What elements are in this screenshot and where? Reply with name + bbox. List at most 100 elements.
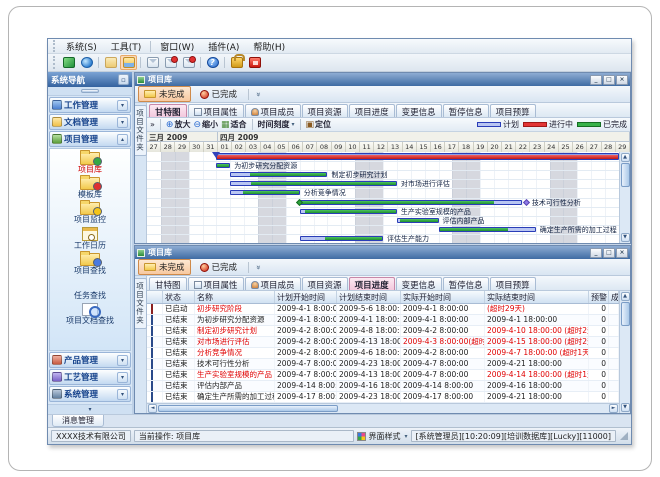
table-row[interactable]: 已启动初步研究阶段2009-4-1 8:00:002009-5-6 18:00:… bbox=[147, 304, 619, 315]
table-row[interactable]: 已结束为初步研究分配资源2009-4-1 8:00:002009-4-1 18:… bbox=[147, 315, 619, 326]
close-button[interactable]: × bbox=[616, 248, 628, 258]
menu-item-1[interactable]: 工具(T) bbox=[104, 40, 149, 53]
tab-变更信息[interactable]: 变更信息 bbox=[396, 104, 442, 117]
sidebar-group-3[interactable]: 产品管理▾ bbox=[49, 352, 131, 368]
mail-alert-button[interactable] bbox=[162, 55, 179, 70]
gantt-vertical-scrollbar[interactable]: ▲ ▼ bbox=[619, 152, 630, 243]
chevron-down-icon[interactable]: ▾ bbox=[117, 100, 128, 111]
column-header-实际结束时间[interactable]: 实际结束时间 bbox=[485, 291, 589, 303]
filter-已完成-button[interactable]: 已完成 bbox=[194, 259, 244, 275]
sidebar-item-任务查找[interactable]: 任务查找 bbox=[74, 278, 106, 300]
resize-grip[interactable] bbox=[620, 432, 628, 440]
sidebar-group-0[interactable]: 工作管理▾ bbox=[49, 97, 131, 113]
column-header-名称[interactable]: 名称 bbox=[195, 291, 275, 303]
table-row[interactable]: 已结束对市场进行评估2009-4-2 8:00:002009-4-13 18:0… bbox=[147, 337, 619, 348]
gantt-toolbar-overflow[interactable]: » bbox=[150, 120, 155, 129]
filter-overflow-button[interactable]: » bbox=[254, 265, 263, 270]
sidebar-group-1[interactable]: 文档管理▾ bbox=[49, 114, 131, 130]
scroll-thumb[interactable] bbox=[621, 302, 630, 326]
filter-overflow-button[interactable]: » bbox=[254, 92, 263, 97]
close-button[interactable]: × bbox=[616, 75, 628, 85]
locate-button[interactable]: 定位 bbox=[306, 119, 332, 130]
table-row[interactable]: 已结束生产实验室规模的产品2009-4-7 8:00:002009-4-13 1… bbox=[147, 370, 619, 381]
time-scale-button[interactable]: 时间刻度▾ bbox=[258, 119, 295, 130]
sidebar-item-工作日历[interactable]: 工作日历 bbox=[74, 227, 106, 250]
scroll-down-icon[interactable]: ▼ bbox=[621, 403, 630, 412]
gantt-bar-summary[interactable] bbox=[216, 153, 619, 160]
scroll-thumb[interactable] bbox=[158, 405, 338, 412]
sidebar-item-项目监控[interactable]: 项目监控 bbox=[74, 202, 106, 224]
lock-button[interactable] bbox=[228, 55, 245, 70]
chevron-down-icon[interactable]: ▾ bbox=[117, 355, 128, 366]
minimize-button[interactable]: _ bbox=[590, 248, 602, 258]
column-header-计划开始时间[interactable]: 计划开始时间 bbox=[275, 291, 337, 303]
scroll-up-icon[interactable]: ▲ bbox=[621, 153, 630, 162]
zoom-in-button[interactable]: 放大 bbox=[166, 119, 191, 130]
restore-button[interactable]: □ bbox=[603, 75, 615, 85]
tab-甘特图[interactable]: 甘特图 bbox=[149, 277, 187, 290]
project-folder-side-tab[interactable]: 项目文件夹 bbox=[135, 276, 147, 413]
scroll-up-icon[interactable]: ▲ bbox=[621, 292, 630, 301]
grid-vertical-scrollbar[interactable]: ▲ ▼ bbox=[619, 291, 630, 413]
gantt-bar[interactable] bbox=[300, 209, 397, 214]
project-folder-side-tab[interactable]: 项目文件夹 bbox=[135, 103, 147, 243]
scroll-thumb[interactable] bbox=[621, 163, 630, 187]
tab-项目属性[interactable]: 项目属性 bbox=[188, 104, 244, 117]
gantt-window-titlebar[interactable]: 项目库 _ □ × bbox=[135, 73, 630, 86]
chevron-down-icon[interactable]: ▾ bbox=[117, 389, 128, 400]
tab-项目预算[interactable]: 项目预算 bbox=[490, 104, 536, 117]
computer-button[interactable] bbox=[60, 55, 77, 70]
mail-button[interactable] bbox=[144, 55, 161, 70]
tab-暂停信息[interactable]: 暂停信息 bbox=[443, 277, 489, 290]
sidebar-item-模板库[interactable]: 模板库 bbox=[78, 177, 102, 199]
filter-未完成-button[interactable]: 未完成 bbox=[138, 259, 191, 275]
tab-甘特图[interactable]: 甘特图 bbox=[149, 104, 187, 117]
sidebar-group-4[interactable]: 工艺管理▾ bbox=[49, 369, 131, 385]
sidebar-group-2[interactable]: 项目管理▴ bbox=[49, 131, 131, 147]
tab-暂停信息[interactable]: 暂停信息 bbox=[443, 104, 489, 117]
tab-变更信息[interactable]: 变更信息 bbox=[396, 277, 442, 290]
tab-项目进度[interactable]: 项目进度 bbox=[349, 277, 395, 290]
table-row[interactable]: 已结束分析竞争情况2009-4-2 8:00:002009-4-6 18:00:… bbox=[147, 348, 619, 359]
sidebar-item-项目库[interactable]: 项目库 bbox=[78, 152, 102, 174]
gantt-bar[interactable] bbox=[230, 181, 397, 186]
gantt-bar[interactable] bbox=[397, 218, 439, 223]
help-button[interactable] bbox=[204, 55, 221, 70]
ui-style-button[interactable]: 界面样式 bbox=[369, 431, 401, 442]
tab-项目进度[interactable]: 项目进度 bbox=[349, 104, 395, 117]
menu-item-2[interactable]: 窗口(W) bbox=[153, 40, 201, 53]
gantt-bar[interactable] bbox=[300, 236, 383, 241]
zoom-out-button[interactable]: 缩小 bbox=[193, 119, 218, 130]
restore-button[interactable]: □ bbox=[603, 248, 615, 258]
column-header-计划结束时间[interactable]: 计划结束时间 bbox=[337, 291, 401, 303]
globe-button[interactable] bbox=[78, 55, 95, 70]
tab-项目资源[interactable]: 项目资源 bbox=[302, 104, 348, 117]
gantt-bar[interactable] bbox=[230, 190, 299, 195]
folder-window-button[interactable] bbox=[120, 55, 137, 70]
tab-message-management[interactable]: 消息管理 bbox=[52, 415, 104, 427]
column-header-icon[interactable] bbox=[147, 291, 163, 303]
table-row[interactable]: 已结束技术可行性分析2009-4-7 8:00:002009-4-23 18:0… bbox=[147, 359, 619, 370]
sidebar-overflow-button[interactable]: ▾ bbox=[48, 404, 132, 414]
scroll-right-icon[interactable]: ► bbox=[609, 404, 618, 413]
gantt-bar[interactable] bbox=[216, 163, 230, 168]
sidebar-group-5[interactable]: 系统管理▾ bbox=[49, 386, 131, 402]
menu-item-0[interactable]: 系统(S) bbox=[59, 40, 104, 53]
grid-horizontal-scrollbar[interactable]: ◄ ► bbox=[147, 403, 619, 413]
chevron-up-icon[interactable]: ▴ bbox=[117, 134, 128, 145]
stop-button[interactable] bbox=[246, 55, 263, 70]
tab-项目成员[interactable]: 项目成员 bbox=[245, 277, 301, 290]
tab-项目资源[interactable]: 项目资源 bbox=[302, 277, 348, 290]
column-header-预警[interactable]: 预警 bbox=[589, 291, 609, 303]
table-row[interactable]: 已结束制定初步研究计划2009-4-2 8:00:002009-4-8 18:0… bbox=[147, 326, 619, 337]
column-header-成[interactable]: 成 bbox=[609, 291, 619, 303]
chevron-down-icon[interactable]: ▾ bbox=[117, 117, 128, 128]
menu-item-4[interactable]: 帮助(H) bbox=[246, 40, 292, 53]
gantt-bar[interactable] bbox=[300, 200, 522, 205]
tab-项目属性[interactable]: 项目属性 bbox=[188, 277, 244, 290]
sidebar-item-项目文档查找[interactable]: 项目文档查找 bbox=[66, 303, 114, 325]
table-window-titlebar[interactable]: 项目库 _ □ × bbox=[135, 246, 630, 259]
minimize-button[interactable]: _ bbox=[590, 75, 602, 85]
sidebar-item-项目查找[interactable]: 项目查找 bbox=[74, 253, 106, 275]
filter-已完成-button[interactable]: 已完成 bbox=[194, 86, 244, 102]
